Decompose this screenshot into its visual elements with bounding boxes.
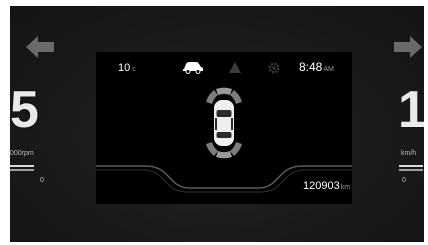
left-scale-zero: 0 [40, 177, 44, 184]
temperature-unit: c [132, 66, 136, 73]
odometer-unit: km [340, 184, 351, 191]
odometer: 120903km [303, 180, 350, 192]
gear-indicator: 5 [10, 81, 39, 139]
temperature-value: 10 [118, 62, 131, 74]
instrument-cluster: 5 000rpm 1 km/h 0 0 10 c 8:48AM 120903km [10, 6, 424, 242]
right-scale-zero: 0 [402, 177, 406, 184]
speed-unit: km/h [401, 150, 417, 157]
car-side-icon [183, 62, 203, 74]
center-display: 10 c 8:48AM 120903km [96, 52, 352, 204]
left-scale-bar [10, 165, 34, 181]
outside-temperature: 10 c [118, 62, 136, 74]
rpm-label: 000rpm [10, 150, 34, 157]
clock: 8:48AM [299, 60, 334, 74]
clock-ampm: AM [323, 66, 334, 73]
car-top-view-icon [214, 100, 234, 146]
speed-readout: 1 [398, 84, 424, 136]
parking-sensor-graphic [206, 87, 242, 159]
clock-time: 8:48 [299, 60, 323, 74]
warning-triangle-icon [229, 62, 241, 73]
odometer-value: 120903 [303, 180, 340, 192]
settings-gear-icon [268, 62, 280, 74]
right-turn-signal-icon [394, 36, 422, 58]
left-turn-signal-icon [26, 36, 54, 58]
